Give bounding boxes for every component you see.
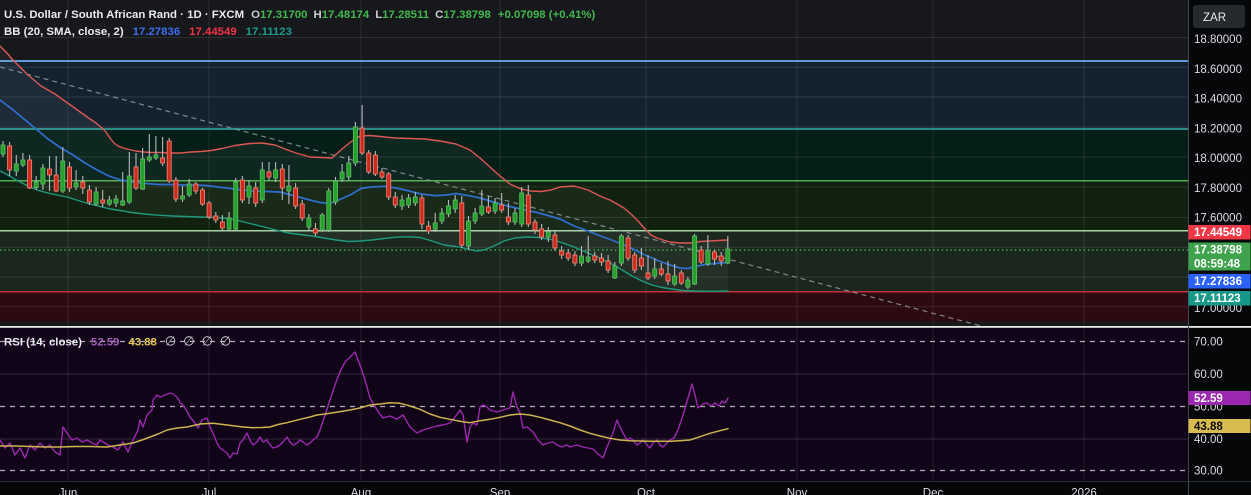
svg-text:17.27836: 17.27836 bbox=[1194, 276, 1242, 288]
svg-text:2026: 2026 bbox=[1071, 488, 1097, 495]
svg-text:17.11123: 17.11123 bbox=[1194, 293, 1241, 305]
svg-text:Dec: Dec bbox=[923, 488, 944, 495]
svg-text:17.80000: 17.80000 bbox=[1194, 183, 1242, 195]
svg-text:60.00: 60.00 bbox=[1194, 369, 1223, 381]
svg-text:ZAR: ZAR bbox=[1203, 12, 1226, 24]
svg-text:BB (20, SMA, close, 2)17.27836: BB (20, SMA, close, 2) 17.27836 17.44549 17… bbox=[4, 26, 292, 38]
svg-text:30.00: 30.00 bbox=[1194, 466, 1223, 478]
svg-text:70.00: 70.00 bbox=[1194, 337, 1223, 349]
svg-text:18.00000: 18.00000 bbox=[1194, 153, 1242, 165]
svg-text:52.59: 52.59 bbox=[1194, 393, 1223, 405]
svg-text:Nov: Nov bbox=[787, 488, 808, 495]
svg-text:17.44549: 17.44549 bbox=[1194, 227, 1242, 239]
svg-text:40.00: 40.00 bbox=[1194, 434, 1223, 446]
svg-text:17.60000: 17.60000 bbox=[1194, 213, 1242, 225]
svg-text:08:59:48: 08:59:48 bbox=[1194, 259, 1241, 271]
svg-text:Jul: Jul bbox=[202, 488, 217, 495]
svg-text:Oct: Oct bbox=[637, 488, 656, 495]
svg-text:18.80000: 18.80000 bbox=[1194, 34, 1242, 46]
svg-text:18.40000: 18.40000 bbox=[1194, 94, 1242, 106]
svg-text:Aug: Aug bbox=[351, 488, 371, 495]
svg-text:43.88: 43.88 bbox=[1194, 421, 1223, 433]
svg-text:Jun: Jun bbox=[59, 488, 78, 495]
svg-text:17.38798: 17.38798 bbox=[1194, 245, 1243, 257]
svg-text:Sep: Sep bbox=[490, 488, 510, 495]
svg-text:U.S. Dollar / South African Ra: U.S. Dollar / South African Rand · 1D · … bbox=[4, 9, 596, 21]
svg-text:18.20000: 18.20000 bbox=[1194, 124, 1242, 136]
svg-text:18.60000: 18.60000 bbox=[1194, 64, 1242, 76]
